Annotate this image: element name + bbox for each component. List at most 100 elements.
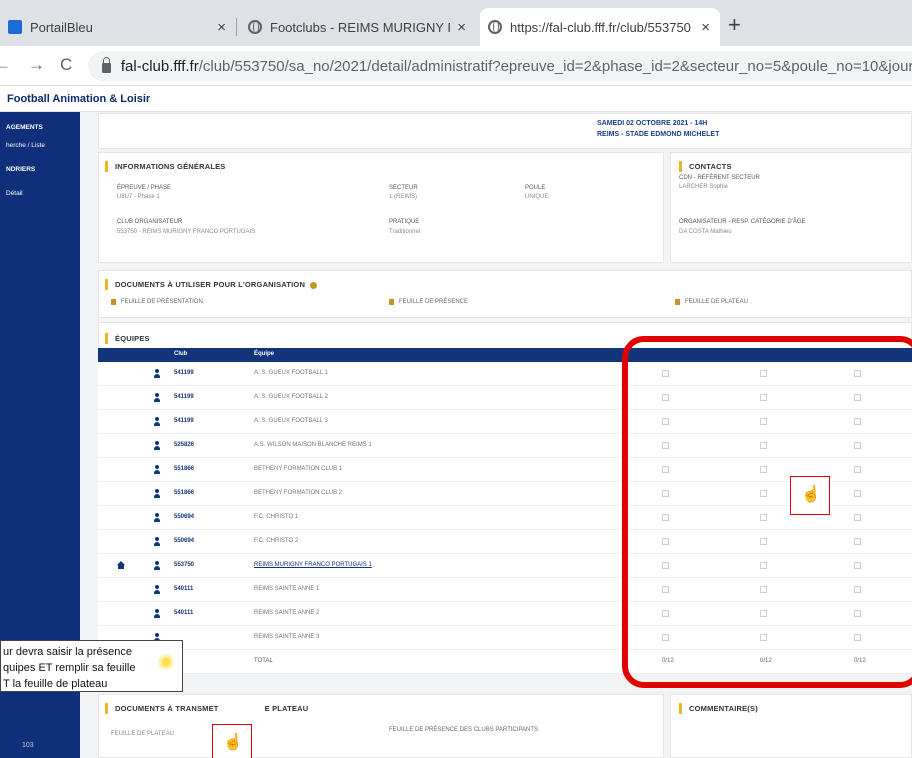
- globe-icon: [248, 20, 262, 34]
- user-icon[interactable]: [154, 585, 160, 594]
- club-number: 541199: [174, 394, 194, 400]
- user-icon[interactable]: [154, 561, 160, 570]
- tab-title: Footclubs - REIMS MURIGNY FR/: [270, 19, 450, 35]
- tab-fal-club[interactable]: https://fal-club.fff.fr/club/553750 ×: [480, 8, 720, 46]
- team-name: REIMS SAINTE ANNE 3: [254, 634, 320, 640]
- user-icon[interactable]: [154, 489, 160, 498]
- transmit-title: DOCUMENTS À TRANSMET E PLATEAU: [105, 703, 308, 714]
- note-line: T la feuille de plateau: [3, 678, 108, 690]
- home-icon: [117, 561, 125, 570]
- user-icon[interactable]: [154, 513, 160, 522]
- team-name: A. S. GUEUX FOOTBALL 1: [254, 370, 328, 376]
- doc-plateau-link[interactable]: FEUILLE DE PLATEAU: [675, 299, 748, 305]
- transmit-card: DOCUMENTS À TRANSMET E PLATEAU FEUILLE DE…: [98, 694, 664, 758]
- user-icon[interactable]: [154, 609, 160, 618]
- sidebar-item-engagements[interactable]: AGEMENTS: [6, 124, 43, 131]
- club-number: 550694: [174, 538, 195, 544]
- doc-presentation-link[interactable]: FEUILLE DE PRÉSENTATION: [111, 299, 203, 305]
- team-name: BETHENY FORMATION CLUB 2: [254, 490, 343, 496]
- club-number: 551866: [174, 490, 195, 496]
- event-place: REIMS - STADE EDMOND MICHELET: [597, 131, 720, 138]
- user-icon[interactable]: [154, 537, 160, 546]
- hand-pointer-icon: ☝: [223, 734, 243, 751]
- address-bar[interactable]: fal-club.fff.fr/club/553750/sa_no/2021/d…: [88, 51, 912, 81]
- contacts-title: CONTACTS: [679, 161, 732, 172]
- user-icon[interactable]: [154, 369, 160, 378]
- team-name[interactable]: REIMS MURIGNY FRANCO PORTUGAIS 1: [254, 562, 372, 568]
- poule-value: UNIQUE: [525, 194, 549, 200]
- tab-portailbleu[interactable]: PortailBleu ×: [0, 8, 236, 46]
- user-icon[interactable]: [154, 465, 160, 474]
- tab-close-icon[interactable]: ×: [701, 19, 710, 36]
- info-icon[interactable]: [310, 281, 318, 289]
- sidebar-item-calendriers[interactable]: NDRIERS: [6, 166, 35, 173]
- tab-separator: [236, 18, 237, 36]
- secteur-value: 1 (REIMS): [389, 194, 418, 200]
- pratique-value: Traditionnel: [389, 229, 421, 235]
- sidebar-item-recherche-liste[interactable]: herche / Liste: [6, 142, 45, 149]
- col-team: Équipe: [254, 351, 275, 357]
- forward-arrow-icon[interactable]: →: [28, 55, 45, 75]
- left-doc-label: FEUILLE DE PLATEAU: [111, 731, 174, 737]
- back-arrow-icon[interactable]: ←: [0, 55, 11, 75]
- presence-upload-label: FEUILLE DE PRÉSENCE DES CLUBS PARTICIPAN…: [389, 727, 539, 733]
- new-tab-button[interactable]: +: [728, 14, 741, 36]
- checkbox-columns-highlight: [622, 336, 912, 688]
- tab-footclubs[interactable]: Footclubs - REIMS MURIGNY FR/ ×: [240, 8, 476, 46]
- sidebar-bottom-text: 103: [22, 742, 34, 749]
- col-club: Club: [174, 351, 188, 357]
- club-number: 553750: [174, 562, 195, 568]
- documents-card: DOCUMENTS À UTILISER POUR L'ORGANISATION…: [98, 270, 912, 318]
- tab-close-icon[interactable]: ×: [217, 19, 226, 36]
- document-icon: [389, 299, 394, 305]
- club-number: 541199: [174, 370, 194, 376]
- team-name: F.C. CHRISTO 1: [254, 514, 299, 520]
- club-number: 541199: [174, 418, 194, 424]
- pratique-label: PRATIQUE: [389, 219, 420, 225]
- comments-title: COMMENTAIRE(S): [679, 703, 758, 714]
- epreuve-label: ÉPREUVE / PHASE: [117, 185, 172, 191]
- teams-title: ÉQUIPES: [105, 333, 150, 344]
- note-line: ur devra saisir la présence: [3, 646, 133, 658]
- tab-title: https://fal-club.fff.fr/club/553750: [510, 19, 691, 35]
- tab-close-icon[interactable]: ×: [457, 19, 466, 36]
- user-icon[interactable]: [154, 393, 160, 402]
- app-name: Football Animation & Loisir: [7, 93, 151, 105]
- event-header: SAMEDI 02 OCTOBRE 2021 - 14H REIMS - STA…: [98, 113, 912, 149]
- app-header: Football Animation & Loisir: [0, 87, 912, 112]
- hand-pointer-icon: ☝: [801, 486, 821, 503]
- sidebar-item-detail[interactable]: Détail: [6, 190, 23, 197]
- club-number: 540111: [174, 586, 194, 592]
- team-name: REIMS SAINTE ANNE 1: [254, 586, 320, 592]
- document-icon: [111, 299, 116, 305]
- club-value: 553750 - REIMS MURIGNY FRANCO PORTUGAIS: [117, 229, 256, 235]
- tab-title: PortailBleu: [30, 19, 93, 35]
- documents-title: DOCUMENTS À UTILISER POUR L'ORGANISATION: [105, 279, 318, 290]
- lock-icon: [102, 56, 111, 73]
- comments-card: COMMENTAIRE(S): [670, 694, 912, 758]
- general-info-card: INFORMATIONS GÉNÉRALES ÉPREUVE / PHASE U…: [98, 152, 664, 263]
- user-icon[interactable]: [154, 441, 160, 450]
- team-name: F.C. CHRISTO 2: [254, 538, 299, 544]
- contacts-card: CONTACTS CDN - RÉFÉRENT SECTEUR LARCHER …: [670, 152, 912, 263]
- team-name: A. S. GUEUX FOOTBALL 2: [254, 394, 328, 400]
- epreuve-value: U8U7 - Phase 1: [117, 194, 160, 200]
- total-label: TOTAL: [254, 658, 273, 664]
- url-text: fal-club.fff.fr/club/553750/sa_no/2021/d…: [120, 57, 912, 75]
- browser-tab-strip: PortailBleu × Footclubs - REIMS MURIGNY …: [0, 0, 912, 46]
- doc-presence-link[interactable]: FEUILLE DE PRÉSENCE: [389, 299, 468, 305]
- referent-value: LARCHER Sophie: [679, 184, 729, 190]
- organisateur-value: DA COSTA Mathieu: [679, 229, 732, 235]
- event-date: SAMEDI 02 OCTOBRE 2021 - 14H: [597, 120, 708, 127]
- user-icon[interactable]: [154, 417, 160, 426]
- team-name: A. S. GUEUX FOOTBALL 3: [254, 418, 328, 424]
- club-number: 540111: [174, 610, 194, 616]
- organisateur-label: ORGANISATEUR - RESP. CATÉGORIE D'ÂGE: [679, 219, 806, 225]
- team-name: BETHENY FORMATION CLUB 1: [254, 466, 343, 472]
- portailbleu-favicon-icon: [8, 20, 22, 34]
- instruction-note: ur devra saisir la présence quipes ET re…: [0, 640, 183, 692]
- document-icon: [675, 299, 680, 305]
- club-label: CLUB ORGANISATEUR: [117, 219, 183, 225]
- referent-label: CDN - RÉFÉRENT SECTEUR: [679, 175, 760, 181]
- reload-icon[interactable]: C: [60, 55, 72, 75]
